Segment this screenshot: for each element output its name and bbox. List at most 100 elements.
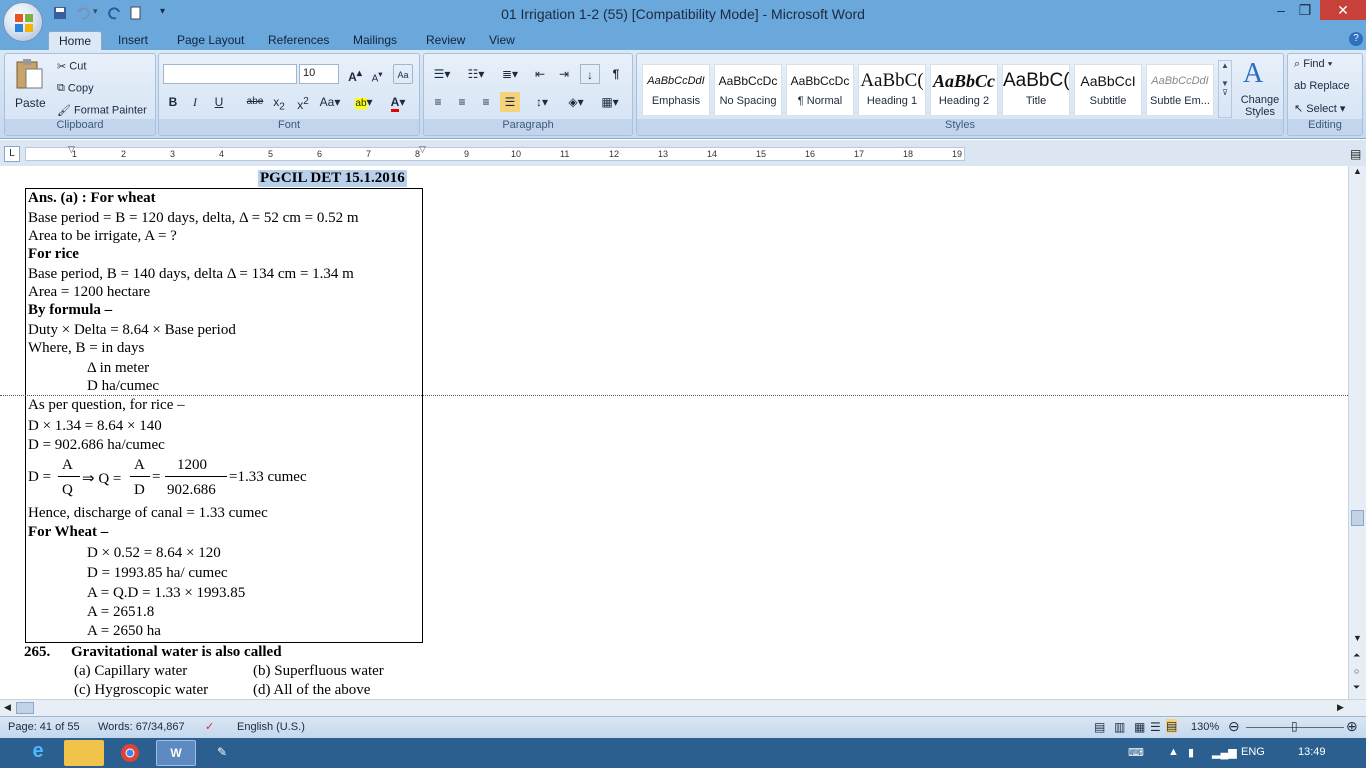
borders-button[interactable]: ▦▾ bbox=[596, 92, 624, 112]
styles-scroll[interactable]: ▲ ▼ ⊽ bbox=[1218, 60, 1232, 118]
web-layout-icon[interactable]: ▦ bbox=[1134, 720, 1145, 734]
cut-button[interactable]: ✂ Cut bbox=[57, 60, 86, 73]
tab-home[interactable]: Home bbox=[48, 31, 103, 50]
multilevel-list-button[interactable]: ≣▾ bbox=[496, 64, 524, 84]
tab-review[interactable]: Review bbox=[416, 31, 475, 50]
previous-page-icon[interactable]: ⏶ bbox=[1353, 650, 1360, 661]
format-painter-button[interactable]: 🖌 Format Painter bbox=[57, 104, 147, 117]
zoom-level[interactable]: 130% bbox=[1191, 721, 1219, 733]
bullets-button[interactable]: ☰▾ bbox=[428, 64, 456, 84]
sort-button[interactable]: ↓ bbox=[580, 64, 600, 84]
underline-button[interactable]: U bbox=[209, 92, 229, 112]
full-screen-reading-icon[interactable]: ▥ bbox=[1114, 720, 1125, 734]
close-button[interactable]: ✕ bbox=[1320, 0, 1366, 20]
ruler-bar[interactable]: 1 2 3 4 5 6 7 8 9 10 11 12 13 14 15 16 1… bbox=[25, 144, 965, 161]
battery-icon[interactable]: ▮ bbox=[1188, 746, 1194, 759]
tab-references[interactable]: References bbox=[258, 31, 339, 50]
decrease-indent-button[interactable]: ⇤ bbox=[530, 64, 550, 84]
increase-indent-button[interactable]: ⇥ bbox=[554, 64, 574, 84]
tab-insert[interactable]: Insert bbox=[108, 31, 158, 50]
align-left-button[interactable]: ≡ bbox=[428, 92, 448, 112]
file-explorer-icon[interactable] bbox=[64, 740, 104, 766]
document-area[interactable]: PGCIL DET 15.1.2016 Ans. (a) : For wheat… bbox=[0, 166, 1348, 699]
show-formatting-button[interactable]: ¶ bbox=[606, 64, 626, 84]
horizontal-scrollbar[interactable]: ◀ ▶ bbox=[0, 699, 1366, 716]
keyboard-icon[interactable]: ⌨ bbox=[1128, 746, 1144, 759]
scroll-left-icon[interactable]: ◀ bbox=[4, 702, 11, 713]
style-no-spacing[interactable]: AaBbCcDc No Spacing bbox=[714, 64, 782, 116]
copy-button[interactable]: ⧉ Copy bbox=[57, 82, 94, 95]
tab-mailings[interactable]: Mailings bbox=[343, 31, 407, 50]
find-button[interactable]: ⌕ Find ▾ bbox=[1294, 58, 1332, 71]
numbering-button[interactable]: ☷▾ bbox=[462, 64, 490, 84]
hscroll-thumb[interactable] bbox=[16, 702, 34, 714]
clock[interactable]: 13:49 bbox=[1298, 746, 1326, 758]
style-normal[interactable]: AaBbCcDc ¶ Normal bbox=[786, 64, 854, 116]
style-heading-1[interactable]: AaBbC(Heading 1 bbox=[858, 64, 926, 116]
bold-button[interactable]: B bbox=[163, 92, 183, 112]
style-subtitle[interactable]: AaBbCcI Subtitle bbox=[1074, 64, 1142, 116]
clear-formatting-button[interactable]: Aa bbox=[393, 64, 413, 84]
scroll-down-icon[interactable]: ▼ bbox=[1353, 633, 1362, 643]
style-emphasis[interactable]: AaBbCcDdI Emphasis bbox=[642, 64, 710, 116]
zoom-slider-thumb[interactable]: ▯ bbox=[1291, 719, 1298, 733]
word-taskbar-icon[interactable]: W bbox=[156, 740, 196, 766]
show-hidden-icons[interactable]: ▲ bbox=[1168, 746, 1179, 758]
scroll-right-icon[interactable]: ▶ bbox=[1337, 702, 1344, 713]
zoom-in-icon[interactable]: ⊕ bbox=[1346, 718, 1358, 735]
style-heading-2[interactable]: AaBbCc Heading 2 bbox=[930, 64, 998, 116]
change-styles-button[interactable]: A Change Styles bbox=[1235, 58, 1281, 118]
right-indent-marker-icon[interactable]: ▽ bbox=[419, 144, 426, 155]
page-count[interactable]: Page: 41 of 55 bbox=[8, 721, 80, 733]
tab-view[interactable]: View bbox=[479, 31, 525, 50]
internet-explorer-icon[interactable]: e bbox=[18, 740, 58, 766]
tab-page-layout[interactable]: Page Layout bbox=[167, 31, 254, 50]
style-title[interactable]: AaBbC(Title bbox=[1002, 64, 1070, 116]
grow-font-button[interactable]: A▴ bbox=[345, 64, 365, 84]
indent-marker-icon[interactable]: ▽ bbox=[68, 144, 75, 155]
highlight-button[interactable]: ab▾ bbox=[351, 92, 377, 112]
align-right-button[interactable]: ≡ bbox=[476, 92, 496, 112]
select-button[interactable]: ↖ Select ▾ bbox=[1294, 102, 1345, 115]
outline-view-icon[interactable]: ☰ bbox=[1150, 720, 1161, 734]
align-center-button[interactable]: ≡ bbox=[452, 92, 472, 112]
font-color-button[interactable]: A▾ bbox=[385, 92, 411, 112]
style-subtle-emphasis[interactable]: AaBbCcDdI Subtle Em... bbox=[1146, 64, 1214, 116]
font-name-combo[interactable] bbox=[163, 64, 297, 84]
network-icon[interactable]: ▂▄▆ bbox=[1212, 746, 1237, 759]
minimize-button[interactable]: – bbox=[1270, 0, 1292, 20]
shrink-font-button[interactable]: A▾ bbox=[367, 64, 387, 84]
restore-button[interactable]: ❐ bbox=[1294, 0, 1316, 20]
scroll-up-icon[interactable]: ▲ bbox=[1353, 166, 1362, 176]
draft-view-icon[interactable]: ▤ bbox=[1166, 719, 1178, 733]
replace-button[interactable]: ab Replace bbox=[1294, 80, 1350, 92]
justify-button[interactable]: ☰ bbox=[500, 92, 520, 112]
browse-object-icon[interactable]: ○ bbox=[1354, 666, 1359, 676]
font-size-combo[interactable]: 10 bbox=[299, 64, 339, 84]
proofing-icon[interactable]: ✓ bbox=[205, 720, 214, 733]
chrome-icon[interactable] bbox=[110, 740, 150, 766]
shading-button[interactable]: ◈▾ bbox=[562, 92, 590, 112]
paste-button[interactable]: Paste bbox=[11, 58, 47, 118]
input-language[interactable]: ENG bbox=[1241, 746, 1265, 758]
vertical-scrollbar[interactable]: ▲ ▼ ⏶ ○ ⏷ bbox=[1348, 166, 1366, 699]
help-icon[interactable]: ? bbox=[1349, 32, 1363, 46]
replace-label: Replace bbox=[1309, 80, 1350, 92]
zoom-out-icon[interactable]: ⊖ bbox=[1228, 718, 1240, 735]
next-page-icon[interactable]: ⏷ bbox=[1353, 682, 1360, 693]
language-indicator[interactable]: English (U.S.) bbox=[237, 721, 305, 733]
italic-button[interactable]: I bbox=[185, 92, 205, 112]
superscript-button[interactable]: x2 bbox=[293, 92, 313, 112]
view-ruler-icon[interactable]: ▤ bbox=[1350, 147, 1361, 161]
line-spacing-button[interactable]: ↕▾ bbox=[528, 92, 556, 112]
office-button[interactable] bbox=[3, 2, 43, 42]
word-count[interactable]: Words: 67/34,867 bbox=[98, 721, 185, 733]
style-name: No Spacing bbox=[719, 95, 777, 107]
strikethrough-button[interactable]: abe bbox=[245, 92, 265, 112]
subscript-button[interactable]: x2 bbox=[269, 92, 289, 112]
tab-selector[interactable]: L bbox=[4, 146, 20, 162]
change-case-button[interactable]: Aa▾ bbox=[317, 92, 343, 112]
paint-icon[interactable]: ✎ bbox=[202, 740, 242, 766]
scroll-thumb[interactable] bbox=[1351, 510, 1364, 526]
print-layout-view-icon[interactable]: ▤ bbox=[1094, 720, 1105, 734]
